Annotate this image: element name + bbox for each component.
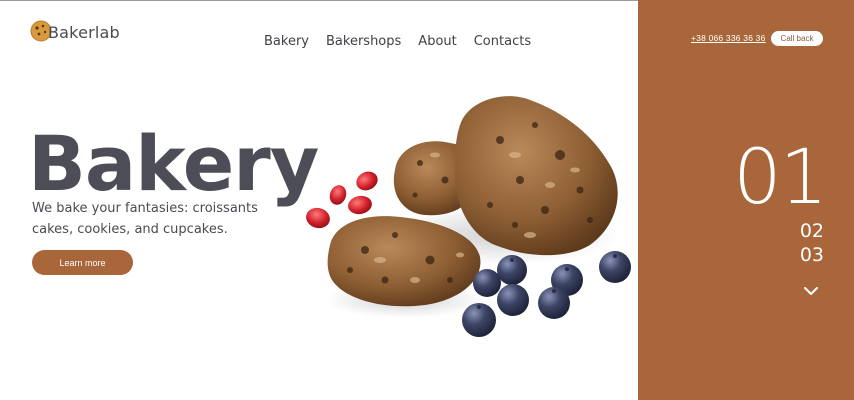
phone-link[interactable]: +38 066 336 36 36 — [691, 33, 766, 43]
call-back-button[interactable]: Call back — [771, 31, 823, 46]
hero-subtitle: We bake your fantasies: croissants cakes… — [32, 201, 258, 237]
nav-item-bakery[interactable]: Bakery — [264, 34, 309, 49]
logo-text: Bakerlab — [48, 23, 120, 42]
hero-image — [306, 96, 631, 337]
hero-title: Bakery — [28, 119, 319, 208]
nav-item-bakershops[interactable]: Bakershops — [326, 34, 401, 49]
nav-item-about[interactable]: About — [418, 34, 456, 49]
slide-2-button[interactable]: 02 — [800, 220, 824, 242]
current-slide-number: 01 — [733, 132, 828, 221]
logo[interactable]: Bakerlab — [30, 20, 120, 42]
learn-more-button[interactable]: Learn more — [32, 250, 133, 275]
chevron-down-icon[interactable] — [803, 285, 819, 297]
slide-3-button[interactable]: 03 — [800, 244, 824, 266]
nav-item-contacts[interactable]: Contacts — [474, 34, 531, 49]
main-nav: Bakery Bakershops About Contacts — [264, 34, 531, 49]
slider-panel: +38 066 336 36 36 Call back 01 02 03 — [638, 0, 854, 400]
